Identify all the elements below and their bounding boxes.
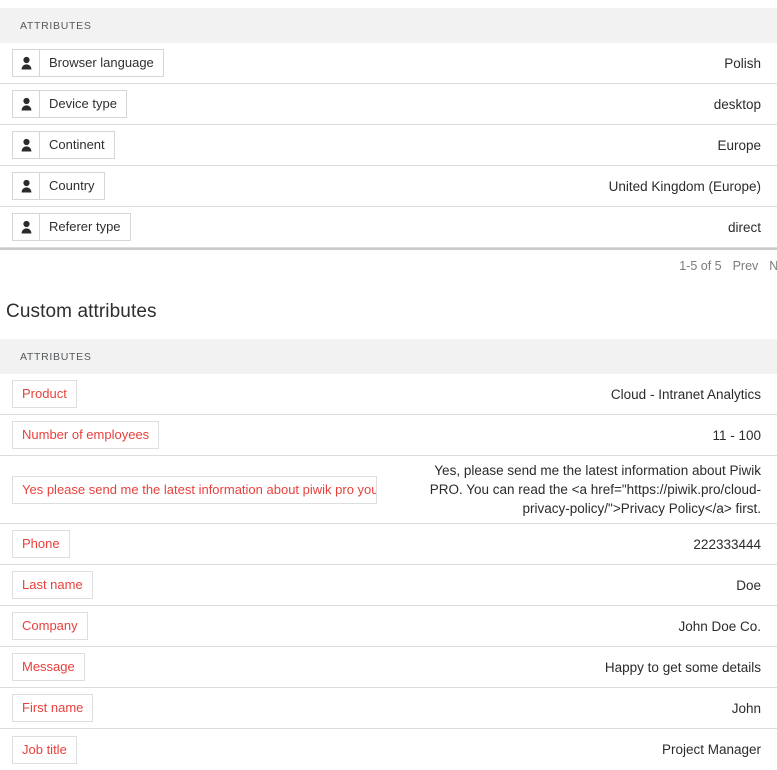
attribute-value: Yes, please send me the latest informati… — [429, 463, 761, 516]
table-row[interactable]: Yes please send me the latest informatio… — [0, 456, 777, 524]
table-row[interactable]: Job title Project Manager — [0, 729, 777, 770]
custom-attributes-block: ATTRIBUTES Product Cloud - Intranet Anal… — [0, 339, 777, 770]
attribute-value: United Kingdom (Europe) — [608, 178, 761, 194]
table-row[interactable]: Product Cloud - Intranet Analytics — [0, 374, 777, 415]
attribute-pill[interactable]: Browser language — [12, 49, 164, 77]
attribute-value: 222333444 — [693, 536, 761, 552]
custom-attribute-pill[interactable]: Number of employees — [12, 421, 160, 449]
table-row[interactable]: Phone 222333444 — [0, 524, 777, 565]
attribute-value: direct — [727, 219, 761, 235]
custom-attribute-pill[interactable]: Yes please send me the latest informatio… — [12, 475, 377, 504]
attribute-value: Europe — [717, 137, 761, 153]
attribute-name: Country — [39, 172, 105, 200]
attribute-value: Doe — [736, 577, 761, 593]
custom-attributes-header: ATTRIBUTES — [0, 339, 777, 374]
table-row[interactable]: Browser language Polish — [0, 43, 777, 84]
standard-attributes-header: ATTRIBUTES — [0, 8, 777, 43]
top-spacer — [0, 0, 777, 8]
attribute-name: Browser language — [39, 49, 164, 77]
attribute-name: Continent — [39, 131, 115, 159]
table-row[interactable]: Company John Doe Co. — [0, 606, 777, 647]
attribute-value: John — [731, 700, 761, 716]
attribute-pill[interactable]: Continent — [12, 131, 115, 159]
table-row[interactable]: Number of employees 11 - 100 — [0, 415, 777, 456]
table-row[interactable]: First name John — [0, 688, 777, 729]
custom-attribute-pill[interactable]: Phone — [12, 530, 70, 558]
attribute-value: Happy to get some details — [604, 659, 761, 675]
person-icon — [12, 131, 39, 159]
attribute-value: Cloud - Intranet Analytics — [610, 386, 761, 402]
standard-attributes-block: ATTRIBUTES Browser language Polish Devic… — [0, 8, 777, 282]
table-row[interactable]: Country United Kingdom (Europe) — [0, 166, 777, 207]
person-icon — [12, 172, 39, 200]
attributes-column-header: ATTRIBUTES — [20, 19, 92, 32]
attribute-value: Polish — [724, 55, 761, 71]
attribute-value: John Doe Co. — [678, 618, 761, 634]
pagination-range: 1-5 of 5 — [679, 258, 722, 273]
attribute-value: Project Manager — [661, 742, 761, 757]
attribute-value: 11 - 100 — [712, 427, 761, 443]
custom-attribute-pill[interactable]: Company — [12, 612, 88, 640]
table-row[interactable]: Device type desktop — [0, 84, 777, 125]
person-icon — [12, 90, 39, 118]
attribute-pill[interactable]: Country — [12, 172, 105, 200]
pagination-prev-button[interactable]: Prev — [733, 259, 759, 273]
attribute-name: Referer type — [39, 213, 131, 241]
custom-attribute-pill[interactable]: Job title — [12, 735, 77, 764]
attribute-pill[interactable]: Referer type — [12, 213, 131, 241]
attributes-column-header: ATTRIBUTES — [20, 350, 92, 363]
pagination: 1-5 of 5 Prev Next — [0, 250, 777, 282]
table-row[interactable]: Message Happy to get some details — [0, 647, 777, 688]
person-icon — [12, 213, 39, 241]
page-title: Custom attributes — [6, 301, 157, 322]
pagination-next-button[interactable]: Next — [769, 259, 777, 273]
table-row[interactable]: Continent Europe — [0, 125, 777, 166]
table-row[interactable]: Last name Doe — [0, 565, 777, 606]
person-icon — [12, 49, 39, 77]
custom-attribute-pill[interactable]: Message — [12, 653, 85, 681]
custom-attribute-pill[interactable]: Last name — [12, 571, 93, 599]
attribute-value: desktop — [713, 96, 761, 112]
table-row[interactable]: Referer type direct — [0, 207, 777, 248]
custom-attribute-pill[interactable]: Product — [12, 380, 77, 408]
attribute-pill[interactable]: Device type — [12, 90, 127, 118]
attribute-name: Device type — [39, 90, 127, 118]
custom-attribute-pill[interactable]: First name — [12, 694, 94, 722]
